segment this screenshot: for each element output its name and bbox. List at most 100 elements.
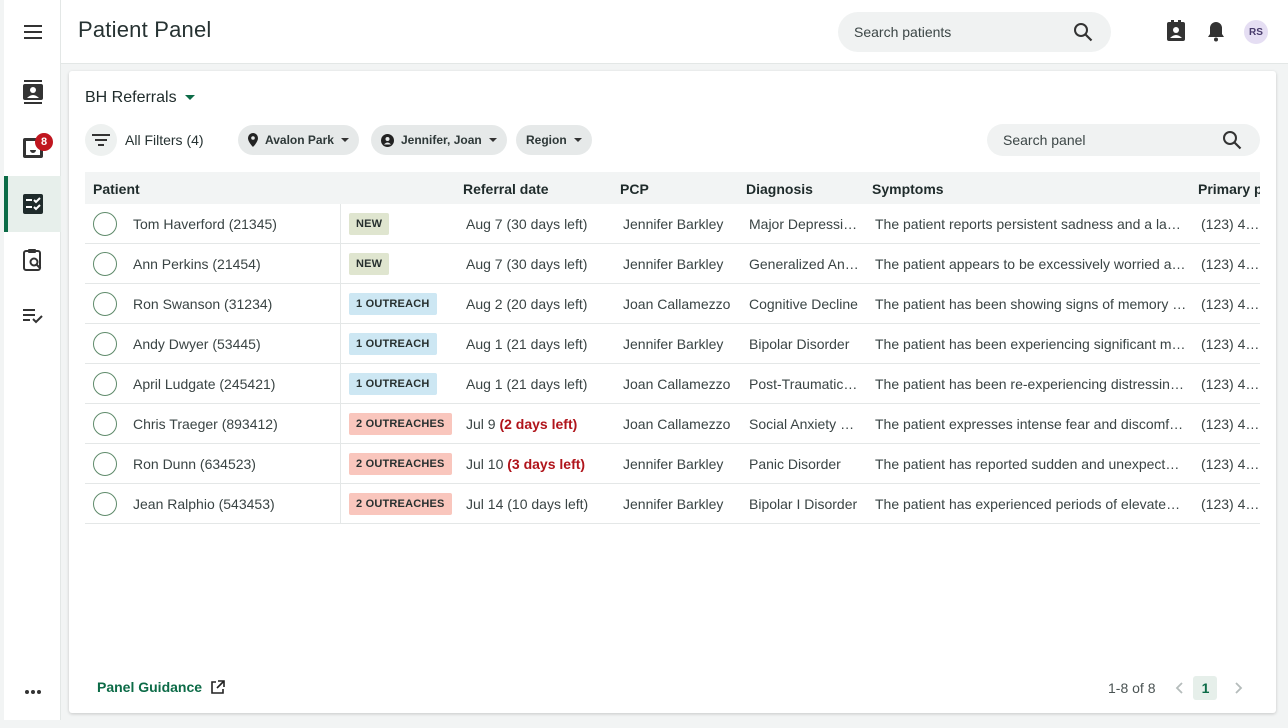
contact-card-icon[interactable] [1166, 20, 1186, 42]
chevron-left-icon[interactable] [1175, 682, 1184, 694]
days-left: (10 days left) [507, 496, 589, 512]
patient-name[interactable]: April Ludgate (245421) [133, 376, 333, 392]
page-button-current[interactable]: 1 [1193, 676, 1218, 700]
symptoms: The patient reports persistent sadness a… [875, 216, 1187, 232]
all-filters-button[interactable]: All Filters (4) [85, 124, 204, 156]
patient-name[interactable]: Ron Swanson (31234) [133, 296, 333, 312]
table-row[interactable]: Ron Swanson (31234) 1 OUTREACH Aug 2 (20 d… [85, 284, 1260, 324]
status-badge: 1 OUTREACH [349, 333, 437, 355]
panel-name: BH Referrals [85, 89, 177, 106]
referral-date-value: Aug 1 [466, 336, 503, 352]
filter-chip-pcp[interactable]: Jennifer, Joan [371, 125, 507, 155]
filter-icon-wrap [85, 124, 117, 156]
panel-card: BH Referrals All Filters (4) Avalon Park… [69, 71, 1276, 713]
panel-guidance-link[interactable]: Panel Guidance [97, 679, 225, 695]
table-row[interactable]: Jean Ralphio (543453) 2 OUTREACHES Jul 14 … [85, 484, 1260, 524]
patient-search-input[interactable]: Search patients [838, 12, 1111, 52]
caret-down-icon [488, 137, 497, 142]
status-badge: NEW [349, 253, 390, 275]
symptoms: The patient has been experiencing signif… [875, 336, 1187, 352]
table-row[interactable]: Andy Dwyer (53445) 1 OUTREACH Aug 1 (21 da… [85, 324, 1260, 364]
referral-date-value: Aug 7 [466, 216, 503, 232]
column-header-referral-date[interactable]: Referral date [463, 181, 549, 197]
diagnosis: Post-Traumatic Stress Disorder [749, 376, 861, 392]
clipboard-search-icon [22, 249, 41, 271]
patient-name[interactable]: Tom Haverford (21345) [133, 216, 333, 232]
referral-date: Aug 1 (21 days left) [466, 376, 616, 392]
filter-chip-region[interactable]: Region [516, 125, 592, 155]
chip-label: Jennifer, Joan [401, 133, 482, 147]
column-header-primary-phone[interactable]: Primary pl [1198, 181, 1260, 197]
column-header-symptoms[interactable]: Symptoms [872, 181, 944, 197]
row-select-radio[interactable] [93, 372, 117, 396]
patient-name[interactable]: Chris Traeger (893412) [133, 416, 333, 432]
row-select-radio[interactable] [93, 452, 117, 476]
diagnosis: Major Depressive Disorder [749, 216, 861, 232]
nav-more-button[interactable] [4, 664, 61, 720]
user-avatar[interactable]: RS [1244, 20, 1268, 44]
days-left: (3 days left) [507, 456, 586, 472]
nav-item-panel[interactable] [4, 176, 61, 232]
table-header: Patient Referral date PCP Diagnosis Symp… [85, 172, 1260, 204]
table-row[interactable]: Ron Dunn (634523) 2 OUTREACHES Jul 10 (3 d… [85, 444, 1260, 484]
notification-bell-icon[interactable] [1206, 20, 1226, 42]
table-row[interactable]: Tom Haverford (21345) NEW Aug 7 (30 days l… [85, 204, 1260, 244]
symptoms: The patient appears to be excessively wo… [875, 256, 1187, 272]
chip-label: Avalon Park [265, 133, 334, 147]
pagination: 1-8 of 8 1 [1108, 675, 1243, 701]
pcp-name: Jennifer Barkley [623, 256, 724, 272]
nav-item-clipboard-search[interactable] [4, 232, 61, 288]
patient-name[interactable]: Jean Ralphio (543453) [133, 496, 333, 512]
column-header-diagnosis[interactable]: Diagnosis [746, 181, 813, 197]
nav-item-contacts[interactable] [4, 64, 61, 120]
primary-phone: (123) 456 [1201, 416, 1260, 432]
row-select-radio[interactable] [93, 412, 117, 436]
table-row[interactable]: Ann Perkins (21454) NEW Aug 7 (30 days lef… [85, 244, 1260, 284]
panel-search-input[interactable]: Search panel [987, 124, 1260, 156]
status-badge: 1 OUTREACH [349, 293, 437, 315]
days-left: (21 days left) [506, 336, 588, 352]
status-badge: 2 OUTREACHES [349, 453, 452, 475]
column-divider [340, 284, 341, 324]
panel-selector[interactable]: BH Referrals [85, 89, 195, 107]
primary-phone: (123) 456 [1201, 256, 1260, 272]
pagination-range: 1-8 of 8 [1108, 680, 1156, 696]
diagnosis: Generalized Anxiety Disorder [749, 256, 861, 272]
status-badge: 2 OUTREACHES [349, 493, 452, 515]
column-divider [340, 244, 341, 284]
nav-item-inbox[interactable] [4, 120, 61, 176]
caret-down-icon [573, 137, 582, 142]
primary-phone: (123) 456 [1201, 216, 1260, 232]
row-select-radio[interactable] [93, 292, 117, 316]
column-divider [340, 484, 341, 524]
nav-item-tasks[interactable] [4, 288, 61, 344]
referral-date-value: Jul 9 [466, 416, 496, 432]
primary-phone: (123) 456 [1201, 376, 1260, 392]
panel-guidance-label: Panel Guidance [97, 679, 203, 695]
menu-icon [23, 25, 42, 39]
primary-phone: (123) 456 [1201, 456, 1260, 472]
search-icon[interactable] [1073, 22, 1093, 42]
filter-chip-location[interactable]: Avalon Park [238, 125, 359, 155]
filter-icon [92, 134, 110, 146]
search-icon[interactable] [1222, 130, 1242, 150]
account-circle-icon [381, 133, 394, 147]
chevron-right-icon[interactable] [1235, 682, 1243, 694]
row-select-radio[interactable] [93, 492, 117, 516]
column-header-patient[interactable]: Patient [93, 181, 140, 197]
row-select-radio[interactable] [93, 332, 117, 356]
referral-date-value: Aug 2 [466, 296, 503, 312]
table-row[interactable]: April Ludgate (245421) 1 OUTREACH Aug 1 (2… [85, 364, 1260, 404]
row-select-radio[interactable] [93, 212, 117, 236]
table-row[interactable]: Chris Traeger (893412) 2 OUTREACHES Jul 9 … [85, 404, 1260, 444]
column-header-pcp[interactable]: PCP [620, 181, 649, 197]
row-select-radio[interactable] [93, 252, 117, 276]
referral-date-value: Jul 10 [466, 456, 504, 472]
patient-name[interactable]: Andy Dwyer (53445) [133, 336, 333, 352]
patient-name[interactable]: Ann Perkins (21454) [133, 256, 333, 272]
patient-name[interactable]: Ron Dunn (634523) [133, 456, 333, 472]
referral-date: Aug 7 (30 days left) [466, 256, 616, 272]
pcp-name: Jennifer Barkley [623, 456, 724, 472]
column-divider [340, 324, 341, 364]
nav-menu-button[interactable] [4, 4, 61, 60]
